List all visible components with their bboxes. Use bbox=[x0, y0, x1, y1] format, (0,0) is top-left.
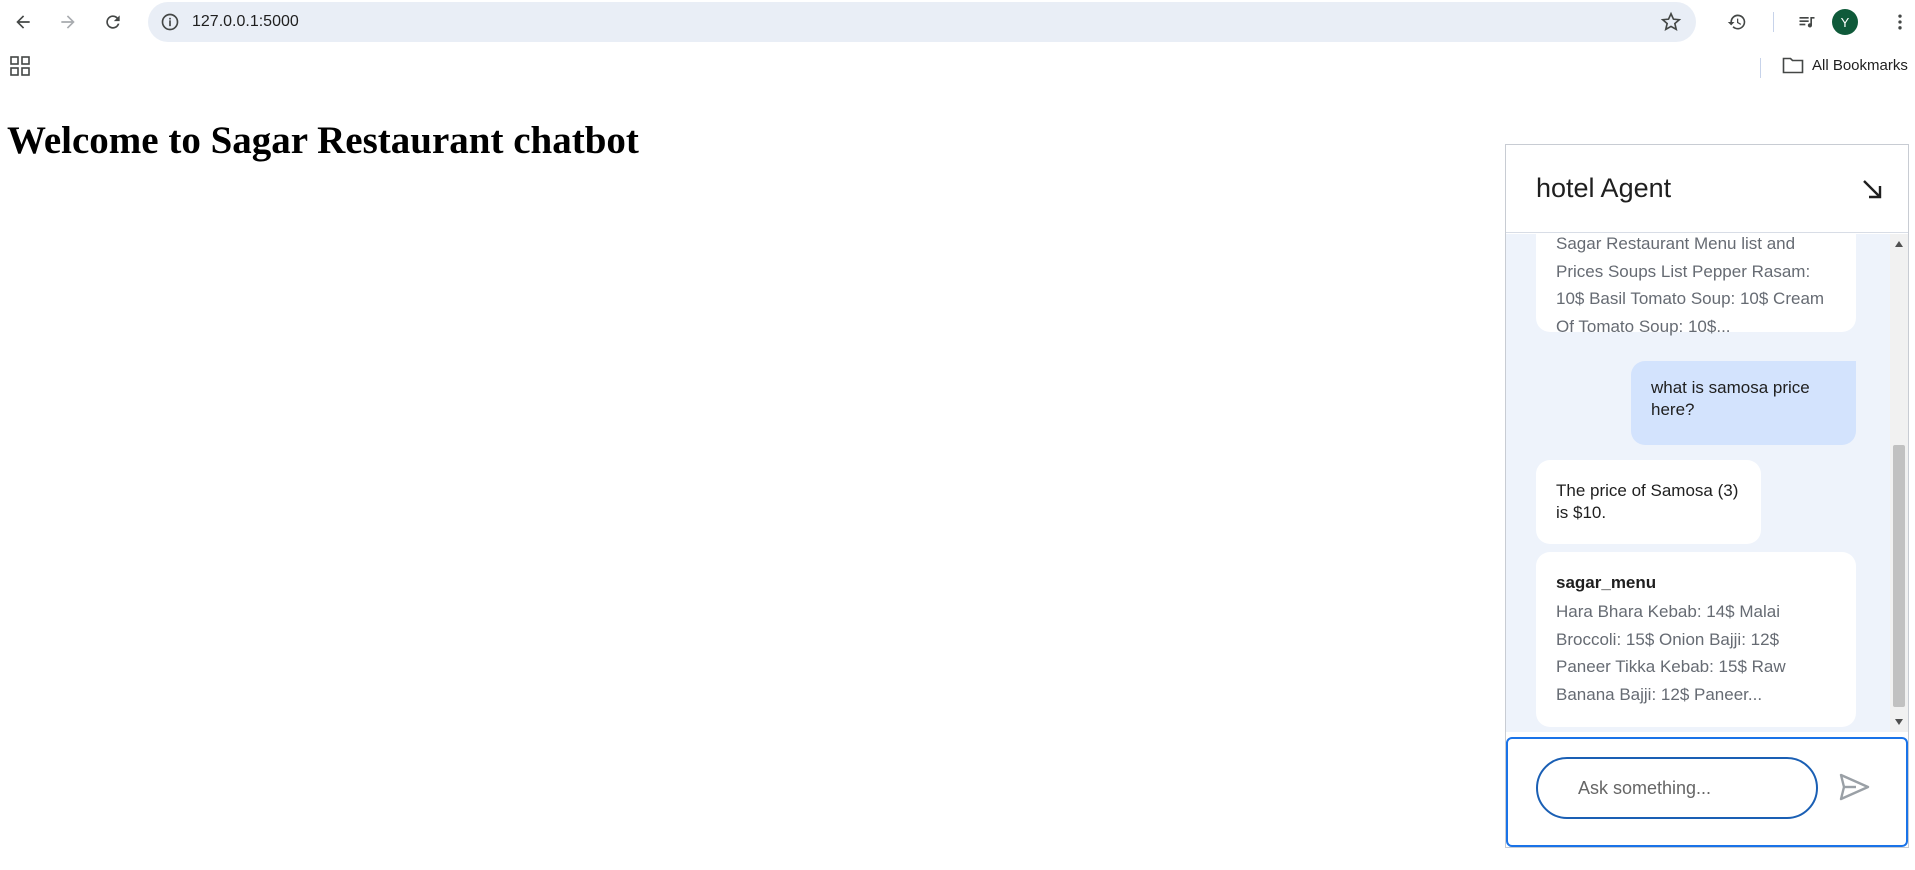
all-bookmarks-label: All Bookmarks bbox=[1812, 56, 1908, 74]
url-text[interactable]: 127.0.0.1:5000 bbox=[192, 13, 299, 31]
bot-message-menu: Sagar Restaurant Menu list and Prices So… bbox=[1536, 234, 1856, 336]
history-icon bbox=[1727, 14, 1746, 30]
history-button[interactable] bbox=[1723, 8, 1751, 36]
bookmark-star-icon[interactable] bbox=[1660, 11, 1682, 33]
all-bookmarks-button[interactable]: All Bookmarks bbox=[1782, 56, 1908, 74]
chat-title: hotel Agent bbox=[1536, 173, 1672, 203]
apps-grid-icon[interactable] bbox=[10, 56, 30, 76]
media-button[interactable] bbox=[1793, 8, 1821, 36]
message-line: Prices Soups List Pepper Rasam: bbox=[1556, 261, 1811, 281]
ask-input[interactable] bbox=[1536, 757, 1818, 819]
source-text: Hara Bhara Kebab: 14$ Malai Broccoli: 15… bbox=[1556, 602, 1786, 704]
chat-header: hotel Agent bbox=[1506, 145, 1908, 233]
minimize-arrow-icon[interactable] bbox=[1858, 175, 1886, 203]
source-title: sagar_menu bbox=[1556, 573, 1657, 592]
address-bar[interactable]: 127.0.0.1:5000 bbox=[148, 2, 1696, 42]
message-list[interactable]: Sagar Restaurant Menu list and Prices So… bbox=[1506, 234, 1908, 732]
user-message: what is samosa price here? bbox=[1631, 361, 1856, 445]
menu-button[interactable] bbox=[1886, 8, 1914, 36]
arrow-right-icon bbox=[61, 15, 75, 29]
bookmarks-separator bbox=[1760, 58, 1761, 78]
bot-message-answer: The price of Samosa (3) is $10. bbox=[1536, 460, 1761, 544]
scroll-up-arrow-icon[interactable] bbox=[1894, 240, 1904, 248]
arrow-left-icon bbox=[16, 15, 30, 29]
send-icon[interactable] bbox=[1838, 772, 1870, 802]
scroll-thumb[interactable] bbox=[1893, 445, 1905, 707]
message-line: 10$ Basil Tomato Soup: 10$ Cream bbox=[1556, 289, 1825, 308]
forward-button[interactable] bbox=[54, 8, 82, 36]
message-line: Of Tomato Soup: 10$... bbox=[1556, 316, 1731, 336]
browser-toolbar: 127.0.0.1:5000 Y bbox=[0, 0, 1915, 44]
scroll-down-arrow-icon[interactable] bbox=[1894, 718, 1904, 726]
folder-icon bbox=[1782, 57, 1804, 74]
chat-input-area bbox=[1506, 737, 1908, 847]
chat-widget: hotel Agent Sagar Restaurant Menu list a… bbox=[1505, 144, 1909, 848]
toolbar-separator bbox=[1773, 12, 1774, 32]
profile-avatar[interactable]: Y bbox=[1832, 9, 1858, 35]
message-line: Sagar Restaurant Menu list and bbox=[1556, 234, 1796, 253]
more-vertical-icon bbox=[1898, 14, 1902, 30]
reload-button[interactable] bbox=[99, 8, 127, 36]
reload-icon bbox=[106, 15, 120, 29]
back-button[interactable] bbox=[9, 8, 37, 36]
page-title: Welcome to Sagar Restaurant chatbot bbox=[7, 119, 639, 162]
bot-message-source: sagar_menu Hara Bhara Kebab: 14$ Malai B… bbox=[1536, 552, 1856, 727]
playlist-icon bbox=[1799, 17, 1815, 28]
site-info-icon[interactable] bbox=[160, 12, 180, 32]
chat-scrollbar[interactable] bbox=[1890, 234, 1908, 732]
bookmarks-bar: All Bookmarks bbox=[0, 44, 1915, 84]
